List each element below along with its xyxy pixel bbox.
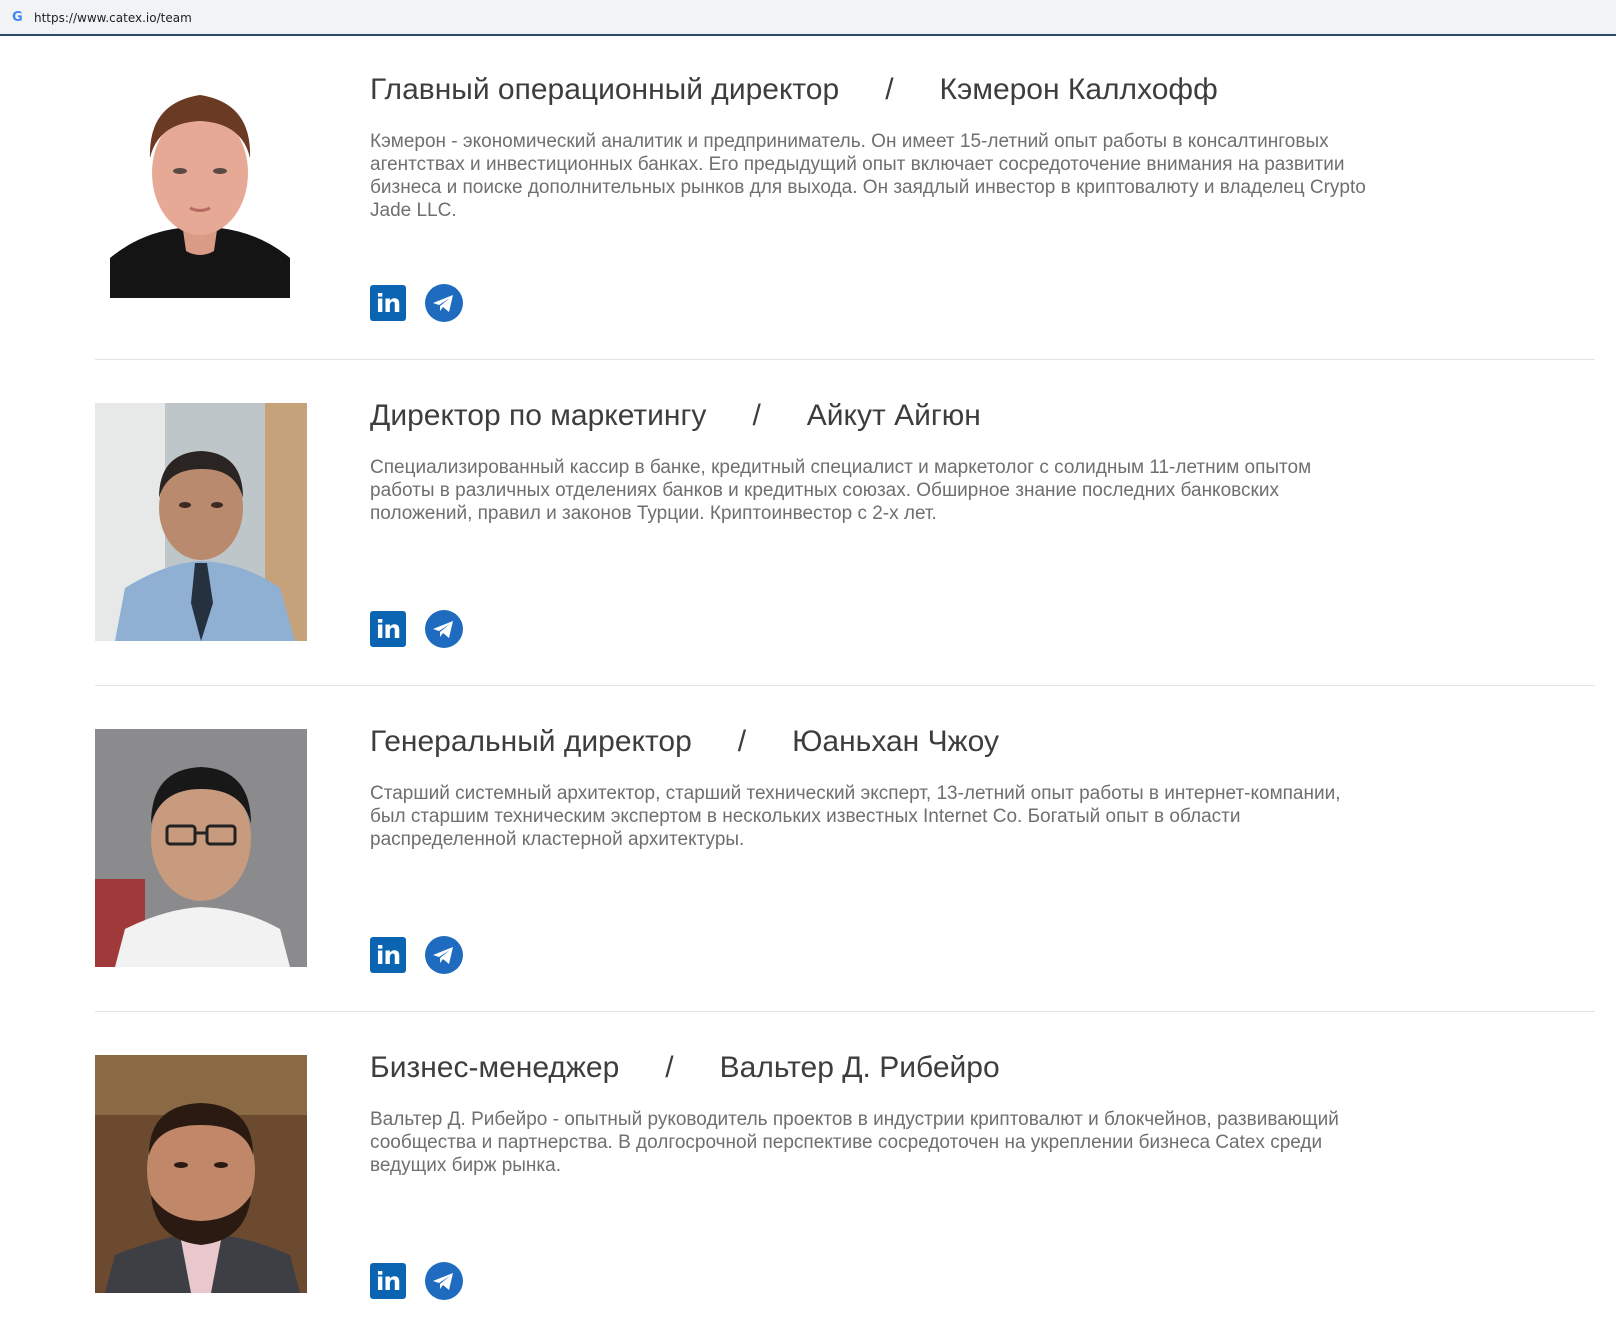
member-name: Айкут Айгюн — [806, 399, 981, 432]
browser-address-bar[interactable]: G https://www.catex.io/team — [0, 0, 1616, 36]
heading-separator: / — [885, 73, 894, 106]
member-bio: Кэмерон - экономический аналитик и предп… — [370, 131, 1366, 221]
team-member-card: Директор по маркетингу / Айкут Айгюн Специ… — [95, 366, 1595, 686]
team-member-card: Главный операционный директор / Кэмерон Ка… — [95, 40, 1595, 360]
member-socials: in — [370, 935, 478, 975]
telegram-icon[interactable] — [424, 1261, 464, 1301]
member-photo — [95, 403, 307, 641]
heading-separator: / — [665, 1051, 674, 1084]
linkedin-icon[interactable]: in — [370, 1263, 406, 1299]
member-photo — [110, 73, 290, 298]
google-g-icon: G — [12, 10, 23, 25]
member-photo — [95, 1055, 307, 1293]
member-role: Директор по маркетингу — [370, 399, 707, 432]
member-role: Главный операционный директор — [370, 73, 840, 106]
member-text: Главный операционный директор / Кэмерон Ка… — [370, 70, 1470, 222]
member-bio: Специализированный кассир в банке, креди… — [370, 457, 1312, 524]
member-text: Бизнес-менеджер / Вальтер Д. Рибейро Вальт… — [370, 1048, 1470, 1177]
member-name: Кэмерон Каллхофф — [939, 73, 1218, 106]
member-role: Генеральный директор — [370, 725, 692, 758]
member-text: Генеральный директор / Юаньхан Чжоу Старши… — [370, 722, 1470, 851]
linkedin-icon[interactable]: in — [370, 937, 406, 973]
team-member-card: Генеральный директор / Юаньхан Чжоу Старши… — [95, 692, 1595, 1012]
member-socials: in — [370, 609, 478, 649]
telegram-icon[interactable] — [424, 935, 464, 975]
member-photo — [95, 729, 307, 967]
telegram-icon[interactable] — [424, 609, 464, 649]
member-role: Бизнес-менеджер — [370, 1051, 620, 1084]
member-text: Директор по маркетингу / Айкут Айгюн Специ… — [370, 396, 1470, 525]
member-bio: Вальтер Д. Рибейро - опытный руководител… — [370, 1109, 1339, 1176]
member-name: Вальтер Д. Рибейро — [719, 1051, 1000, 1084]
member-heading: Генеральный директор / Юаньхан Чжоу — [370, 722, 1470, 762]
linkedin-icon[interactable]: in — [370, 285, 406, 321]
member-name: Юаньхан Чжоу — [792, 725, 999, 758]
team-member-card: Бизнес-менеджер / Вальтер Д. Рибейро Вальт… — [95, 1018, 1595, 1338]
url-text[interactable]: https://www.catex.io/team — [34, 11, 192, 25]
member-socials: in — [370, 283, 478, 323]
member-heading: Директор по маркетингу / Айкут Айгюн — [370, 396, 1470, 436]
member-bio: Старший системный архитектор, старший те… — [370, 783, 1341, 850]
heading-separator: / — [737, 725, 747, 758]
member-socials: in — [370, 1261, 478, 1301]
heading-separator: / — [752, 399, 761, 432]
member-heading: Главный операционный директор / Кэмерон Ка… — [370, 70, 1470, 110]
telegram-icon[interactable] — [424, 283, 464, 323]
member-heading: Бизнес-менеджер / Вальтер Д. Рибейро — [370, 1048, 1470, 1088]
linkedin-icon[interactable]: in — [370, 611, 406, 647]
